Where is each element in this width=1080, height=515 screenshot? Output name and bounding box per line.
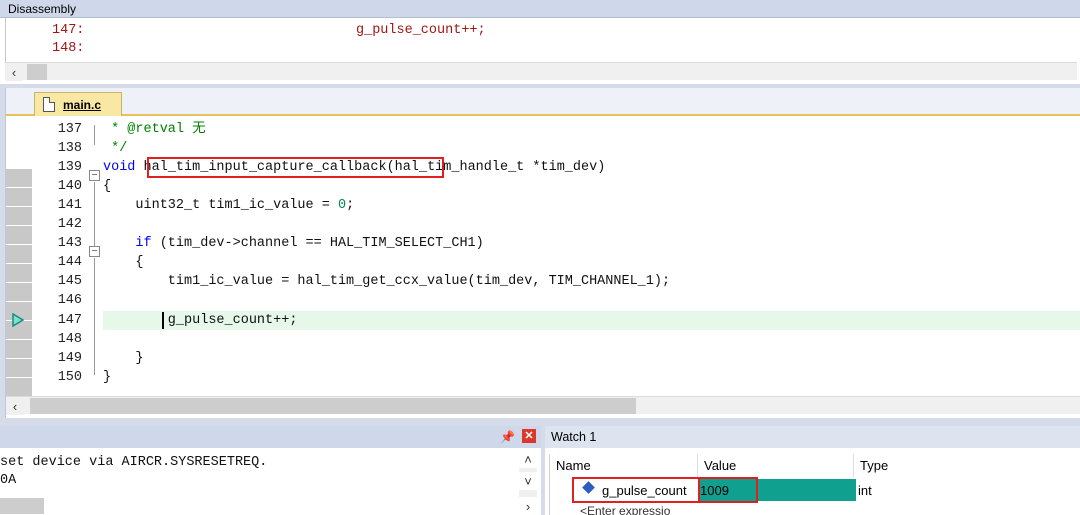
code-line[interactable]: 145 tim1_ic_value = hal_tim_get_ccx_valu… bbox=[6, 272, 1080, 291]
line-number: 143 bbox=[57, 236, 82, 251]
watch-table: Name Value Type g_pulse_count 1009 int <… bbox=[549, 454, 916, 515]
code-line[interactable]: 149 } bbox=[6, 349, 1080, 368]
code-line[interactable]: 141 uint32_t tim1_ic_value = 0; bbox=[6, 196, 1080, 215]
column-header-type[interactable]: Type bbox=[854, 454, 916, 478]
scrollbar-thumb[interactable] bbox=[27, 64, 47, 80]
tab-label: main.c bbox=[63, 97, 102, 112]
column-header-value[interactable]: Value bbox=[698, 454, 854, 478]
highlight-box-watch-name bbox=[572, 477, 700, 503]
line-number: 142 bbox=[57, 217, 82, 232]
line-number: 149 bbox=[57, 351, 82, 366]
editor-horizontal-scrollbar[interactable]: ‹ bbox=[6, 396, 1080, 415]
code-line[interactable]: 138 */ bbox=[6, 139, 1080, 158]
line-number: 147 bbox=[57, 313, 82, 328]
code-line-current[interactable]: 147 g_pulse_count++; bbox=[6, 311, 1080, 330]
disassembly-line-number: 148: bbox=[52, 41, 85, 56]
line-number: 145 bbox=[57, 274, 82, 289]
highlight-box-function-name bbox=[147, 157, 444, 178]
tab-main-c[interactable]: main.c bbox=[34, 92, 122, 116]
file-icon bbox=[43, 97, 55, 112]
watch-enter-expression[interactable]: <Enter expressio bbox=[580, 504, 670, 515]
code-line[interactable]: 140 { bbox=[6, 177, 1080, 196]
command-output-panel: 📌 ✕ set device via AIRCR.SYSRESETREQ. 0A… bbox=[0, 426, 541, 515]
watch-var-type: int bbox=[858, 483, 872, 498]
code-line[interactable]: 148 bbox=[6, 330, 1080, 349]
line-number: 150 bbox=[57, 370, 82, 385]
keyword: if bbox=[103, 236, 152, 251]
scroll-left-icon[interactable]: ‹ bbox=[6, 397, 24, 415]
disassembly-listing[interactable]: 147: g_pulse_count++; 148: bbox=[5, 18, 1077, 62]
code-text: { bbox=[103, 179, 112, 194]
execution-arrow-icon bbox=[12, 313, 24, 327]
disassembly-line-number: 147: bbox=[52, 23, 85, 38]
line-number: 137 bbox=[57, 122, 82, 137]
scroll-left-icon[interactable]: ‹ bbox=[5, 63, 23, 81]
code-line[interactable]: 142 bbox=[6, 215, 1080, 234]
editor-tab-bar: main.c bbox=[6, 88, 1080, 116]
command-horizontal-scrollbar-thumb[interactable] bbox=[0, 498, 44, 514]
watch-panel-title: Watch 1 bbox=[545, 426, 1080, 448]
output-line: set device via AIRCR.SYSRESETREQ. bbox=[0, 455, 268, 470]
scrollbar-thumb[interactable] bbox=[30, 398, 636, 414]
code-segment: (tim_dev->channel == HAL_TIM_SELECT_CH1) bbox=[151, 236, 484, 251]
code-line[interactable]: 144 { bbox=[6, 253, 1080, 272]
line-number: 148 bbox=[57, 332, 82, 347]
disassembly-line[interactable]: 147: g_pulse_count++; bbox=[6, 22, 1077, 40]
code-text: g_pulse_count++; bbox=[103, 313, 298, 328]
disassembly-source-text: g_pulse_count++; bbox=[356, 23, 486, 38]
keyword: void bbox=[103, 160, 144, 175]
text-cursor bbox=[162, 312, 164, 329]
line-number: 146 bbox=[57, 293, 82, 308]
output-line: 0A bbox=[0, 473, 17, 488]
code-text: uint32_t tim1_ic_value = 0; bbox=[103, 196, 354, 215]
disassembly-panel: Disassembly 147: g_pulse_count++; 148: ‹ bbox=[0, 0, 1080, 84]
scroll-right-icon[interactable]: › bbox=[519, 497, 537, 515]
code-text: } bbox=[103, 351, 144, 366]
line-number: 140 bbox=[57, 179, 82, 194]
pin-icon[interactable]: 📌 bbox=[500, 429, 515, 445]
code-line[interactable]: 137 * @retval 无 bbox=[6, 120, 1080, 139]
code-line[interactable]: 146 bbox=[6, 291, 1080, 310]
code-text: tim1_ic_value = hal_tim_get_ccx_value(ti… bbox=[103, 274, 671, 289]
numeric-literal: 0 bbox=[337, 198, 347, 213]
scroll-down-icon[interactable]: ˅ bbox=[519, 472, 537, 490]
code-text: } bbox=[103, 370, 112, 385]
scroll-up-icon[interactable]: ˄ bbox=[519, 450, 537, 468]
code-text: { bbox=[103, 255, 144, 270]
line-number: 138 bbox=[57, 141, 82, 156]
close-icon[interactable]: ✕ bbox=[522, 429, 536, 443]
watch-panel: Watch 1 Name Value Type g_pulse_count 10… bbox=[545, 426, 1080, 515]
command-panel-header: 📌 ✕ bbox=[0, 426, 541, 448]
code-line[interactable]: 150 } bbox=[6, 368, 1080, 387]
code-segment: uint32_t tim1_ic_value = bbox=[103, 198, 338, 213]
code-line[interactable]: 143 if (tim_dev->channel == HAL_TIM_SELE… bbox=[6, 234, 1080, 253]
disassembly-horizontal-scrollbar[interactable]: ‹ bbox=[5, 62, 1077, 81]
code-segment: ; bbox=[346, 198, 355, 213]
code-editor[interactable]: − − 137 * @retval 无 138 */ 139 void hal_… bbox=[6, 118, 1080, 396]
line-number: 139 bbox=[57, 160, 82, 175]
disassembly-title: Disassembly bbox=[0, 0, 1080, 18]
column-header-name[interactable]: Name bbox=[550, 454, 698, 478]
line-number: 141 bbox=[57, 198, 82, 213]
code-text: * @retval 无 bbox=[103, 122, 206, 137]
code-text: */ bbox=[103, 141, 128, 156]
highlight-box-watch-value bbox=[698, 477, 758, 503]
code-text: if (tim_dev->channel == HAL_TIM_SELECT_C… bbox=[103, 234, 484, 253]
editor-panel: main.c − − 137 * @retval 无 138 */ 139 vo… bbox=[5, 88, 1080, 418]
line-number: 144 bbox=[57, 255, 82, 270]
disassembly-line[interactable]: 148: bbox=[6, 40, 1077, 58]
command-vertical-scrollbar[interactable]: ˄ ˅ › bbox=[519, 450, 537, 515]
